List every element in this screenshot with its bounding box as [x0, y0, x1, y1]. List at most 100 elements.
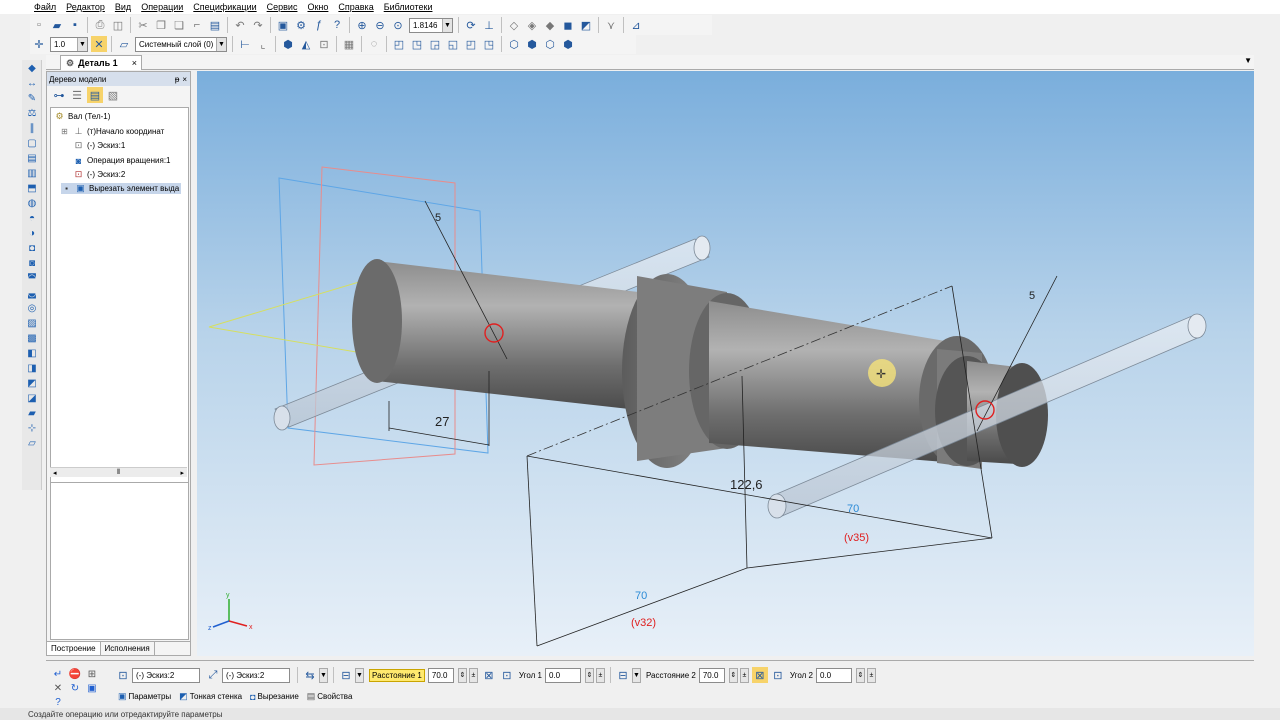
view-back-icon[interactable]: ◳	[409, 36, 425, 52]
halftone-edges-icon[interactable]: ◩	[578, 17, 594, 33]
tab-menu-icon[interactable]: ▼	[1244, 56, 1252, 65]
dropdown-arrow-icon[interactable]: ▼	[77, 37, 87, 51]
dropdown-arrow-icon[interactable]: ▼	[216, 37, 226, 51]
print-icon[interactable]: ⎙	[92, 17, 108, 33]
hole-icon[interactable]: ◎	[25, 301, 39, 315]
dropdown-arrow-icon[interactable]: ▼	[442, 18, 452, 32]
sketch1-field[interactable]: (-) Эскиз:2	[132, 667, 200, 683]
draft2-icon[interactable]: ⊠	[751, 667, 768, 683]
plus-icon[interactable]: ±	[468, 667, 478, 683]
view-bottom-icon[interactable]: ◱	[445, 36, 461, 52]
rotate-icon[interactable]: ⟳	[463, 17, 479, 33]
spin-icon[interactable]: ⇕	[457, 667, 467, 683]
preview-icon[interactable]: ◫	[110, 17, 126, 33]
edit-icon[interactable]: ✎	[25, 91, 39, 105]
menu-libraries[interactable]: Библиотеки	[384, 2, 433, 12]
cut-icon[interactable]: ✂	[135, 17, 151, 33]
menu-window[interactable]: Окно	[307, 2, 328, 12]
tree-list-icon[interactable]: ☰	[69, 87, 85, 103]
menu-file[interactable]: Файл	[34, 2, 56, 12]
tree-order-icon[interactable]: ▤	[87, 87, 103, 103]
menu-help[interactable]: Справка	[338, 2, 373, 12]
tab-construction[interactable]: Построение	[47, 642, 101, 655]
loft-icon[interactable]: ◓	[25, 211, 39, 225]
snaps-icon[interactable]: ✕	[91, 36, 107, 52]
tree-node-revolve[interactable]: ◙ Операция вращения:1	[73, 155, 171, 166]
menu-operations[interactable]: Операции	[141, 2, 183, 12]
local-cs-icon[interactable]: ⌞	[255, 36, 271, 52]
fillet-icon[interactable]: ◚	[25, 271, 39, 285]
revolve-icon[interactable]: ◍	[25, 196, 39, 210]
distance2-input[interactable]: 70.0	[698, 667, 725, 683]
zoom-combo[interactable]: 1.8146 ▼	[409, 17, 453, 33]
stop-icon[interactable]: ⛔	[67, 667, 83, 681]
plus-icon[interactable]: ±	[595, 667, 605, 683]
spec-icon[interactable]: ▤	[25, 151, 39, 165]
angle2-input[interactable]: 0.0	[815, 667, 852, 683]
axis-icon[interactable]: ⊹	[25, 421, 39, 435]
scroll-thumb-icon[interactable]: ⦀	[117, 469, 120, 477]
sweep-icon[interactable]: ◑	[25, 226, 39, 240]
geometry-icon[interactable]: ◆	[25, 61, 39, 75]
pin-icon[interactable]: ✕	[50, 681, 66, 695]
library-icon[interactable]: ⚙	[293, 17, 309, 33]
cursor-icon[interactable]: ✛	[31, 36, 47, 52]
tab-properties[interactable]: ▤ Свойства	[307, 691, 353, 702]
zoom-window-icon[interactable]: ⊖	[372, 17, 388, 33]
cut-extrude-icon[interactable]: ◘	[25, 241, 39, 255]
shell-icon[interactable]: ▩	[25, 331, 39, 345]
view-iso2-icon[interactable]: ⬢	[524, 36, 540, 52]
mirror-icon[interactable]: ◧	[25, 346, 39, 360]
view-top-icon[interactable]: ◲	[427, 36, 443, 52]
snap-icon[interactable]: ⊿	[628, 17, 644, 33]
hide-icon[interactable]: ◌	[366, 36, 382, 52]
view-right-icon[interactable]: ◳	[481, 36, 497, 52]
type2-icon[interactable]: ⊟	[615, 667, 631, 683]
orientation-icon[interactable]: ⊥	[481, 17, 497, 33]
close-icon[interactable]: ×	[182, 75, 187, 84]
tab-thin-wall[interactable]: ◩ Тонкая стенка	[179, 691, 242, 702]
curve-icon[interactable]: ◪	[25, 391, 39, 405]
help-pointer-icon[interactable]: ?	[329, 17, 345, 33]
dropdown-arrow-icon[interactable]: ▼	[355, 667, 364, 683]
pin-icon[interactable]: ᵽ	[175, 75, 179, 84]
dimension-v35[interactable]: (v35)	[844, 532, 869, 544]
menu-edit[interactable]: Редактор	[66, 2, 105, 12]
chamfer-icon[interactable]: ◛	[25, 286, 39, 300]
direction-icon[interactable]: ⇆	[302, 667, 318, 683]
distance1-input[interactable]: 70.0	[427, 667, 454, 683]
step-combo[interactable]: 1.0 ▼	[50, 36, 88, 52]
halftone-icon[interactable]: ◼	[560, 17, 576, 33]
view-iso1-icon[interactable]: ⬡	[506, 36, 522, 52]
manager-icon[interactable]: ▣	[275, 17, 291, 33]
draft-icon[interactable]: ⊠	[481, 667, 497, 683]
viewport-canvas[interactable]: ✛ 27 122,6 70 (v35) 70 (v32) 5 5 y x z	[197, 71, 1254, 656]
view-iso3-icon[interactable]: ⬡	[542, 36, 558, 52]
surface-icon[interactable]: ◩	[25, 376, 39, 390]
format-brush-icon[interactable]: ⌐	[189, 17, 205, 33]
horizontal-scrollbar[interactable]: ◂ ⦀ ▸	[50, 467, 187, 477]
filter-icon[interactable]: ⋎	[603, 17, 619, 33]
wireframe-icon[interactable]: ◇	[506, 17, 522, 33]
spin-icon[interactable]: ⇕	[584, 667, 594, 683]
view-left-icon[interactable]: ◰	[463, 36, 479, 52]
dimension-27[interactable]: 27	[435, 414, 449, 429]
layer-combo[interactable]: Системный слой (0) ▼	[135, 36, 227, 52]
angle-5-right[interactable]: 5	[1029, 290, 1035, 302]
tree-node-sketch1[interactable]: ⊡ (-) Эскиз:1	[73, 140, 126, 151]
redo-icon[interactable]: ↷	[250, 17, 266, 33]
dimension-122-6[interactable]: 122,6	[730, 477, 763, 492]
draft2-dir-icon[interactable]: ⊡	[770, 667, 786, 683]
plus-icon[interactable]: ±	[866, 667, 876, 683]
coordinate-system-icon[interactable]: ⊢	[237, 36, 253, 52]
menu-service[interactable]: Сервис	[267, 2, 298, 12]
type-icon[interactable]: ⊟	[338, 667, 354, 683]
draft-dir-icon[interactable]: ⊡	[499, 667, 515, 683]
orient-view-icon[interactable]: ⬢	[280, 36, 296, 52]
sketch2-select-icon[interactable]: ⤢	[205, 667, 221, 683]
thin-lines-icon[interactable]: ◆	[542, 17, 558, 33]
view-front-icon[interactable]: ◰	[391, 36, 407, 52]
tree-node-origin[interactable]: ⊞ ⊥ (т)Начало координат	[59, 126, 164, 137]
sketch2-field[interactable]: (-) Эскиз:2	[222, 667, 290, 683]
sketch-select-icon[interactable]: ⊡	[115, 667, 131, 683]
